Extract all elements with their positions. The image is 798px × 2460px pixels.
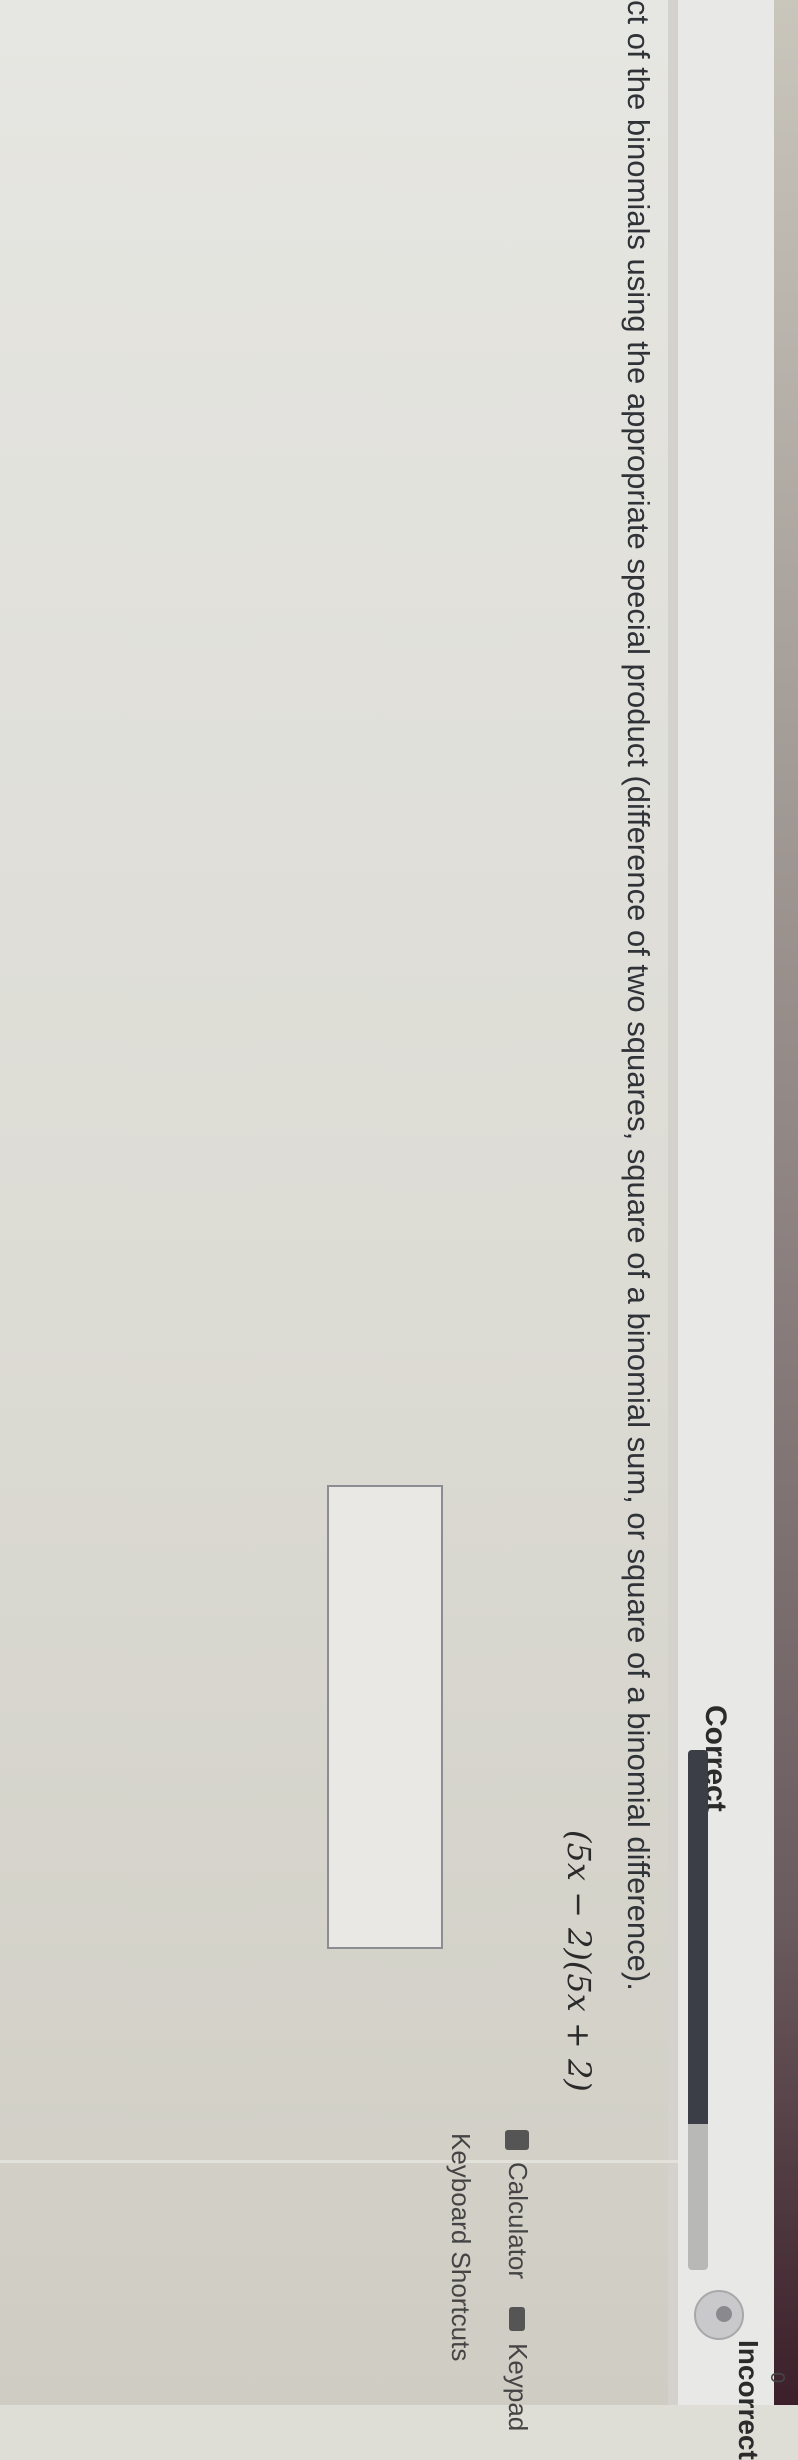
tools-bar: Calculator Keypad bbox=[502, 2130, 533, 2431]
answer-input[interactable] bbox=[327, 1485, 443, 1949]
header: Correct bbox=[678, 0, 774, 2405]
calculator-button[interactable]: Calculator bbox=[502, 2130, 533, 2279]
progress-fill bbox=[688, 1750, 708, 2125]
keypad-icon bbox=[509, 2307, 526, 2332]
header-divider bbox=[668, 0, 678, 2405]
math-expression: (5x − 2)(5x + 2) bbox=[560, 1830, 598, 2092]
page: Correct 0 Incorrect ct of the binomials … bbox=[0, 0, 798, 2460]
question-text: ct of the binomials using the appropriat… bbox=[621, 0, 656, 1991]
avatar-icon[interactable] bbox=[694, 2290, 744, 2340]
calculator-label: Calculator bbox=[503, 2162, 533, 2280]
keyboard-shortcuts-link[interactable]: Keyboard Shortcuts bbox=[445, 2133, 476, 2361]
keypad-label: Keypad bbox=[503, 2343, 533, 2432]
incorrect-label: Incorrect bbox=[733, 2340, 764, 2460]
keypad-button[interactable]: Keypad bbox=[502, 2307, 533, 2431]
divider bbox=[0, 2160, 678, 2163]
browser-top-strip bbox=[774, 0, 798, 2405]
progress-bar bbox=[688, 1750, 708, 2270]
calculator-icon bbox=[505, 2130, 530, 2150]
incorrect-count: 0 bbox=[766, 2372, 788, 2384]
